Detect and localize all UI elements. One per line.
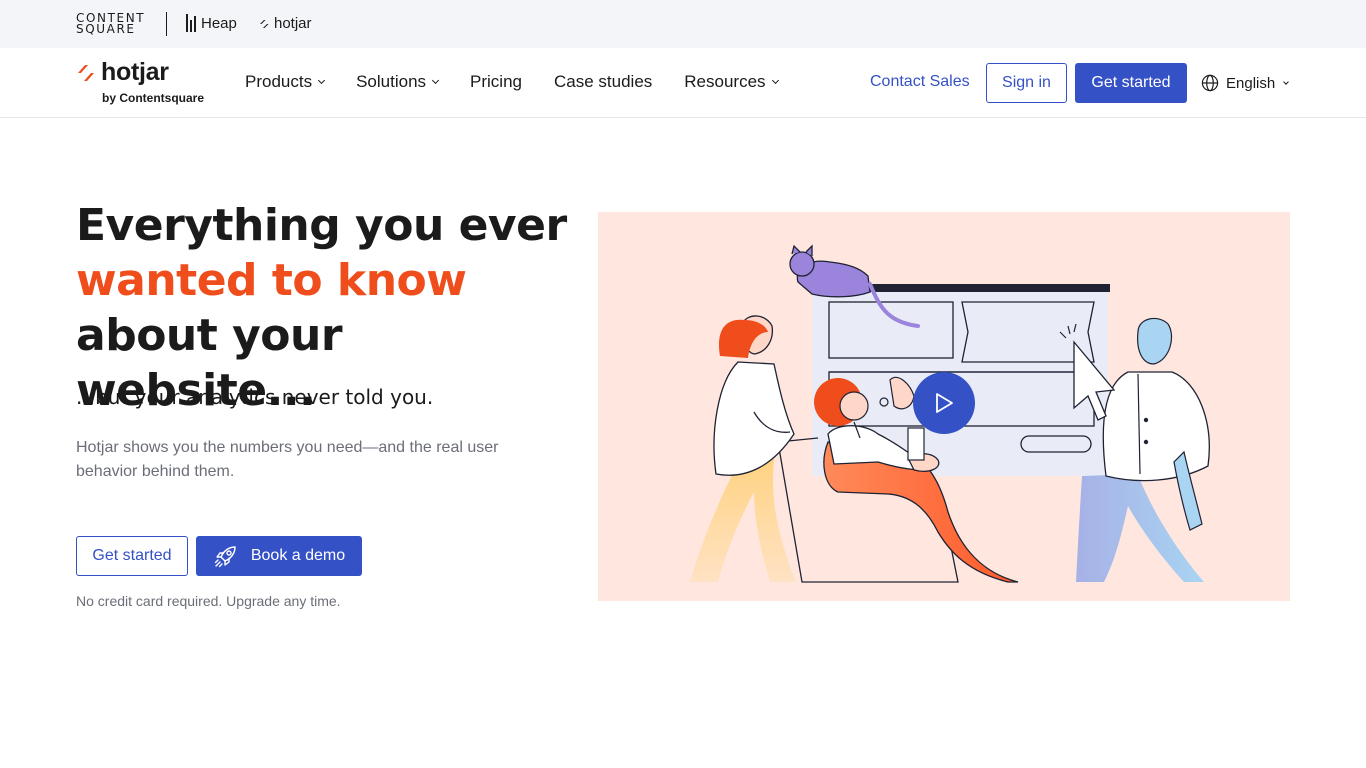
hero-title-accent: wanted to know	[76, 255, 467, 306]
nav-case-studies-label: Case studies	[554, 72, 653, 91]
language-selector[interactable]: English	[1201, 74, 1290, 92]
hotjar-small-logo-text: hotjar	[274, 15, 312, 32]
chevron-down-icon	[771, 76, 779, 85]
hero-note: No credit card required. Upgrade any tim…	[76, 593, 341, 609]
brand-divider	[166, 12, 167, 36]
language-label: English	[1226, 74, 1276, 92]
book-demo-label: Book a demo	[250, 547, 346, 564]
heap-logo[interactable]: Heap	[186, 14, 237, 32]
main-nav: hotjar by Contentsquare Products Solutio…	[0, 48, 1366, 118]
play-icon	[936, 393, 953, 413]
globe-icon	[1201, 74, 1219, 92]
nav-pricing-label: Pricing	[470, 72, 522, 91]
contentsquare-logo[interactable]: CONTENT SQUARE	[76, 12, 145, 36]
sign-in-button[interactable]: Sign in	[986, 63, 1067, 103]
chevron-down-icon	[318, 76, 326, 85]
hero-subtitle: ...but your analytics never told you.	[76, 385, 434, 409]
book-demo-button[interactable]: Book a demo	[196, 536, 362, 576]
chevron-down-icon	[1283, 78, 1290, 85]
hotjar-flame-icon	[260, 19, 269, 28]
heap-bars-icon	[186, 14, 196, 32]
nav-solutions-label: Solutions	[356, 72, 427, 91]
nav-case-studies[interactable]: Case studies	[554, 72, 652, 92]
hotjar-small-logo[interactable]: hotjar	[258, 15, 312, 32]
video-play-button[interactable]	[913, 372, 975, 434]
contentsquare-logo-line2: SQUARE	[76, 22, 136, 36]
nav-products-label: Products	[245, 72, 313, 91]
nav-solutions[interactable]: Solutions	[356, 72, 440, 92]
hero-description: Hotjar shows you the numbers you need—an…	[76, 439, 499, 480]
hero-get-started-button[interactable]: Get started	[76, 536, 188, 576]
hero-title-part1: Everything you ever	[76, 200, 567, 251]
nav-pricing[interactable]: Pricing	[470, 72, 522, 92]
heap-logo-text: Heap	[201, 14, 237, 32]
chevron-down-icon	[431, 76, 440, 85]
hero-illustration[interactable]	[598, 212, 1290, 601]
nav-links: Products Solutions Pricing Case studies …	[245, 72, 810, 92]
hotjar-logo-byline: by Contentsquare	[102, 91, 205, 105]
nav-get-started-button[interactable]: Get started	[1075, 63, 1187, 103]
hotjar-flame-icon	[78, 65, 94, 81]
nav-resources[interactable]: Resources	[684, 72, 779, 92]
nav-resources-label: Resources	[684, 72, 766, 91]
nav-products[interactable]: Products	[245, 72, 326, 92]
brand-bar: CONTENT SQUARE Heap hotjar	[0, 0, 1366, 48]
hotjar-logo-word: hotjar	[101, 58, 169, 86]
rocket-icon	[214, 546, 236, 568]
contact-sales-link[interactable]: Contact Sales	[870, 73, 970, 91]
